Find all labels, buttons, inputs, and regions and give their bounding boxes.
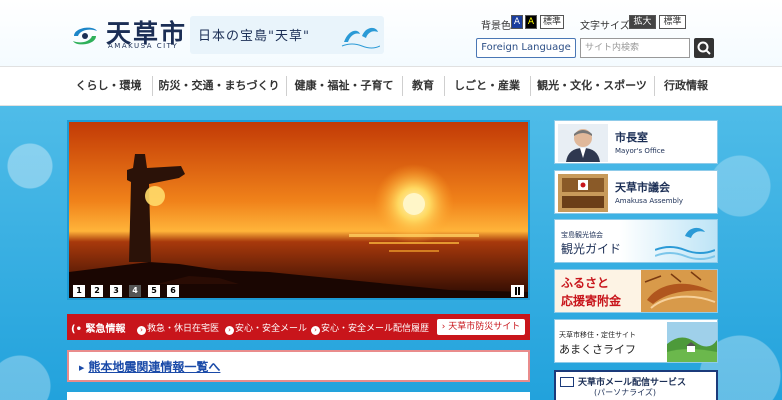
content-card — [67, 392, 530, 400]
hero-slideshow[interactable]: 1 2 3 4 5 6 — [67, 120, 530, 300]
triangle-right-icon: ▶ — [79, 364, 85, 372]
search-button[interactable] — [694, 38, 714, 58]
nav-item-administration[interactable]: 行政情報 — [655, 67, 717, 105]
assembly-hall-image — [558, 174, 608, 212]
nav-item-health[interactable]: 健康・福祉・子育て — [287, 67, 401, 105]
search-icon — [697, 41, 711, 55]
nav-item-education[interactable]: 教育 — [403, 67, 443, 105]
bg-color-label: 背景色 — [481, 21, 511, 32]
emergency-link-doctor[interactable]: › 救急・休日在宅医 — [137, 321, 219, 335]
foreign-language-button[interactable]: Foreign Language — [476, 38, 576, 58]
disaster-site-button[interactable]: › 天草市防災サイト — [437, 319, 525, 335]
mayor-office-title: 市長室 — [615, 131, 648, 144]
font-size-label: 文字サイズ — [580, 21, 630, 32]
emergency-bar: (• 緊急情報 › 救急・休日在宅医 › 安心・安全メール › 安心・安全メール配信履… — [67, 314, 530, 340]
mayor-office-banner[interactable]: 市長室 Mayor's Office — [554, 120, 718, 164]
arrow-right-icon: › — [225, 326, 234, 335]
slideshow-pause-button[interactable] — [511, 285, 524, 297]
tourism-guide-banner[interactable]: 宝島観光協会 観光ガイド — [554, 219, 718, 263]
seafood-image — [641, 270, 717, 312]
nav-item-work[interactable]: しごと・産業 — [445, 67, 529, 105]
slogan-banner: 日本の宝島"天草" — [190, 16, 384, 54]
arrow-right-icon: › — [441, 322, 446, 332]
slide-button-6[interactable]: 6 — [167, 285, 179, 297]
emergency-link-mail-history[interactable]: › 安心・安全メール配信履歴 — [311, 321, 429, 335]
dolphin-icon — [341, 27, 380, 49]
city-assembly-banner[interactable]: 天草市議会 Amakusa Assembly — [554, 170, 718, 214]
slogan-text: 日本の宝島"天草" — [198, 29, 310, 44]
mail-icon — [560, 377, 574, 387]
arrow-right-icon: › — [311, 326, 320, 335]
earthquake-info-box: ▶ 熊本地震関連情報一覧へ — [67, 350, 530, 382]
hero-sunset-image — [69, 122, 528, 298]
emergency-title[interactable]: (• 緊急情報 — [71, 320, 125, 335]
bg-swatch-blue[interactable]: A — [511, 15, 523, 29]
assembly-title: 天草市議会 — [615, 181, 670, 194]
bg-swatch-black[interactable]: A — [525, 15, 537, 29]
mail-service-subtitle: (パーソナライズ) — [594, 388, 657, 397]
arrow-right-icon: › — [137, 326, 146, 335]
slide-button-1[interactable]: 1 — [73, 285, 85, 297]
tourism-guide-org: 宝島観光協会 — [561, 231, 603, 239]
emergency-link-mail[interactable]: › 安心・安全メール — [225, 321, 307, 335]
slide-button-5[interactable]: 5 — [148, 285, 160, 297]
font-enlarge-button[interactable]: 拡大 — [629, 15, 656, 29]
nav-item-tourism[interactable]: 観光・文化・スポーツ — [531, 67, 653, 105]
nav-item-living[interactable]: くらし・環境 — [66, 67, 151, 105]
bg-standard-button[interactable]: 標準 — [540, 15, 564, 29]
nav-item-disaster[interactable]: 防災・交通・まちづくり — [153, 67, 285, 105]
hometown-donation-title: ふるさと 応援寄附金 — [561, 276, 622, 308]
city-logo-icon[interactable] — [70, 22, 100, 50]
wave-dolphin-icon — [655, 227, 715, 260]
countryside-image — [667, 322, 717, 362]
amakusa-life-org: 天草市移住・定住サイト — [559, 331, 636, 339]
logo-subtitle: AMAKUSA CITY — [108, 42, 179, 50]
font-standard-button[interactable]: 標準 — [659, 15, 686, 29]
mail-service-banner[interactable]: 天草市メール配信サービス (パーソナライズ) — [554, 370, 718, 400]
mayor-office-subtitle: Mayor's Office — [615, 147, 665, 155]
earthquake-info-link[interactable]: ▶ 熊本地震関連情報一覧へ — [79, 358, 220, 375]
amakusa-life-banner[interactable]: 天草市移住・定住サイト あまくさライフ — [554, 319, 718, 363]
slide-button-3[interactable]: 3 — [110, 285, 122, 297]
tourism-guide-title: 観光ガイド — [561, 242, 622, 256]
assembly-subtitle: Amakusa Assembly — [615, 197, 684, 205]
hometown-donation-banner[interactable]: ふるさと 応援寄附金 — [554, 269, 718, 313]
mayor-portrait-image — [558, 124, 608, 162]
search-input[interactable]: サイト内検索 — [580, 38, 690, 58]
amakusa-life-title: あまくさライフ — [559, 343, 636, 356]
slide-button-4[interactable]: 4 — [129, 285, 141, 297]
global-nav: くらし・環境 防災・交通・まちづくり 健康・福祉・子育て 教育 しごと・産業 観… — [0, 66, 782, 106]
site-header: 天草市 AMAKUSA CITY 日本の宝島"天草" 背景色 A A 標準 文字… — [0, 0, 782, 66]
slide-button-2[interactable]: 2 — [91, 285, 103, 297]
broadcast-icon: (• — [71, 324, 82, 335]
